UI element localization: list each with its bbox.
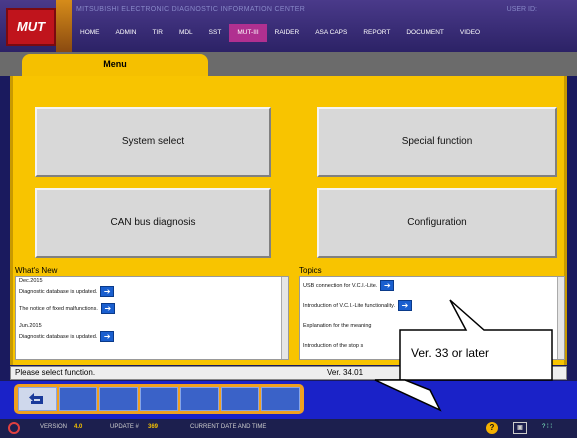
function-key-bar (0, 381, 577, 419)
nav-document[interactable]: DOCUMENT (398, 24, 452, 42)
main-panel: System select Special function CAN bus d… (10, 76, 567, 365)
topic-item-text: Explanation for the meaning (303, 322, 372, 329)
version-caption: VERSION (40, 424, 68, 430)
function-key-7[interactable] (261, 387, 301, 411)
nav-admin[interactable]: ADMIN (108, 24, 145, 42)
arrow-right-icon[interactable]: ➔ (398, 300, 413, 311)
tab-row: Menu (0, 52, 577, 76)
news-item-text: Diagnostic database is updated. (19, 333, 98, 340)
status-message: Please select function. (15, 368, 96, 377)
news-item-text: Diagnostic database is updated. (19, 288, 98, 295)
back-arrow-icon (29, 393, 44, 404)
function-key-5[interactable] (180, 387, 219, 411)
function-key-6[interactable] (220, 387, 260, 411)
topic-item-text: Introduction of V.C.I.-Lite functionalit… (303, 302, 396, 309)
logo-stripe (56, 0, 72, 52)
tab-menu[interactable]: Menu (22, 54, 208, 76)
main-nav: HOME ADMIN TIR MDL SST MUT-III RAIDER AS… (72, 24, 577, 42)
special-function-button[interactable]: Special function (317, 107, 557, 177)
callout-text: Ver. 33 or later (411, 346, 490, 360)
user-id-label: USER ID: (506, 6, 537, 13)
status-bar: Please select function. Ver. 34.01 (10, 366, 567, 380)
whats-new-panel: Dec.2015 Diagnostic database is updated.… (15, 276, 289, 360)
system-select-button[interactable]: System select (35, 107, 271, 177)
whats-new-scrollbar[interactable] (281, 277, 288, 359)
help-icon[interactable]: ? (486, 422, 498, 434)
nav-tir[interactable]: TIR (144, 24, 170, 42)
list-item: USB connection for V.C.I.-Lite. ➔ (300, 280, 564, 291)
nav-mdl[interactable]: MDL (171, 24, 201, 42)
nav-mut-iii[interactable]: MUT-III (229, 24, 267, 42)
list-item: Diagnostic database is updated. ➔ (16, 286, 288, 297)
function-key-strip (14, 384, 304, 414)
mut-logo: MUT (6, 8, 56, 46)
app-window: MUT MITSUBISHI ELECTRONIC DIAGNOSTIC INF… (0, 0, 577, 438)
topics-label: Topics (299, 266, 322, 275)
news-item-text: The notice of fixed malfunctions. (19, 305, 98, 312)
version-value: 4.0 (74, 424, 83, 430)
list-item: Explanation for the meaning (300, 320, 564, 331)
version-label: Ver. 34.01 (327, 368, 364, 377)
back-button[interactable] (18, 387, 57, 411)
topics-scrollbar[interactable] (557, 277, 564, 359)
center-title: MITSUBISHI ELECTRONIC DIAGNOSTIC INFORMA… (76, 6, 306, 13)
function-key-4[interactable] (139, 387, 179, 411)
function-key-3[interactable] (99, 387, 138, 411)
list-item: The notice of fixed malfunctions. ➔ (16, 303, 288, 314)
list-item: Diagnostic database is updated. ➔ (16, 331, 288, 342)
system-tray-icons: ? ⁞ ⁞ (542, 424, 553, 430)
arrow-right-icon[interactable]: ➔ (100, 303, 115, 314)
nav-raider[interactable]: RAIDER (267, 24, 308, 42)
nav-asa-caps[interactable]: ASA CAPS (307, 24, 355, 42)
monitor-icon[interactable]: ▣ (513, 422, 527, 434)
nav-home[interactable]: HOME (72, 24, 108, 42)
configuration-button[interactable]: Configuration (317, 188, 557, 258)
whats-new-date: Dec.2015 (19, 278, 43, 284)
arrow-right-icon[interactable]: ➔ (100, 331, 115, 342)
list-item: Introduction of V.C.I.-Lite functionalit… (300, 300, 564, 311)
nav-report[interactable]: REPORT (355, 24, 398, 42)
arrow-right-icon[interactable]: ➔ (380, 280, 395, 291)
nav-sst[interactable]: SST (201, 24, 230, 42)
update-caption: UPDATE # (110, 424, 139, 430)
can-bus-diagnosis-button[interactable]: CAN bus diagnosis (35, 188, 271, 258)
footer-bar: VERSION 4.0 UPDATE # 369 CURRENT DATE AN… (0, 419, 577, 438)
datetime-caption: CURRENT DATE AND TIME (190, 424, 267, 430)
top-header: MUT MITSUBISHI ELECTRONIC DIAGNOSTIC INF… (0, 0, 577, 52)
topic-item-text: Introduction of the stop s (303, 342, 364, 349)
whats-new-label: What's New (15, 266, 58, 275)
update-value: 369 (148, 424, 159, 430)
topic-item-text: USB connection for V.C.I.-Lite. (303, 282, 378, 289)
nav-video[interactable]: VIDEO (452, 24, 488, 42)
function-key-2[interactable] (58, 387, 98, 411)
whats-new-date: Jun.2015 (19, 323, 42, 329)
arrow-right-icon[interactable]: ➔ (100, 286, 115, 297)
power-icon[interactable] (8, 422, 20, 434)
